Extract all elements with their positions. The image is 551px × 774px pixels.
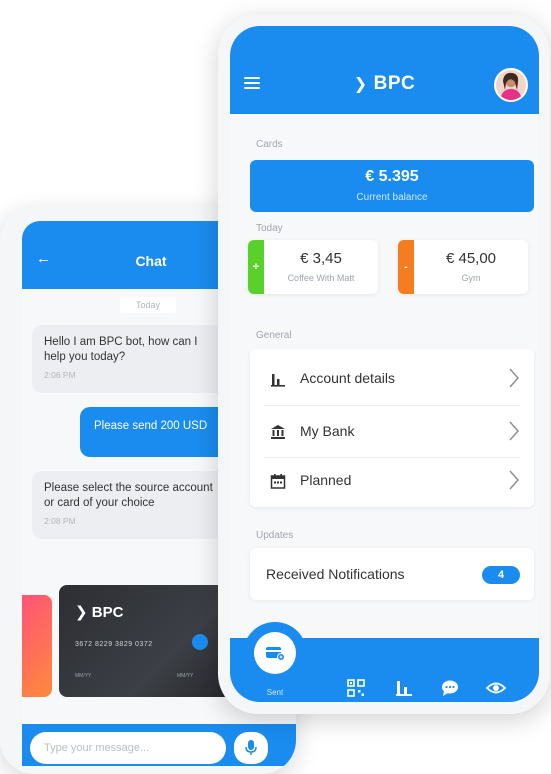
chevron-right-icon bbox=[509, 421, 520, 441]
expense-indicator: - bbox=[398, 240, 414, 294]
bar-chart-icon bbox=[271, 374, 285, 387]
card-send-icon bbox=[266, 647, 285, 661]
general-list: Account details My Bank Planned bbox=[250, 349, 534, 507]
message-input[interactable] bbox=[30, 732, 226, 764]
microphone-button[interactable] bbox=[234, 732, 268, 764]
chat-bubble-icon[interactable] bbox=[440, 678, 460, 698]
chevron-right-icon bbox=[509, 368, 520, 388]
income-indicator: + bbox=[248, 240, 264, 294]
card-chip-icon bbox=[192, 634, 208, 650]
chat-input-bar bbox=[22, 724, 296, 766]
day-separator: Today bbox=[120, 297, 176, 313]
list-item-planned[interactable]: Planned bbox=[250, 455, 534, 507]
message-text: Please select the source account or card… bbox=[44, 482, 213, 509]
section-label-today: Today bbox=[256, 223, 283, 234]
section-label-general: General bbox=[256, 330, 292, 341]
transaction-desc: Coffee With Matt bbox=[287, 273, 355, 283]
message-time: 2:06 PM bbox=[44, 370, 76, 380]
card-expiry: MM/YY bbox=[177, 673, 194, 679]
bank-icon bbox=[271, 425, 285, 439]
card-brand: ❯ BPC bbox=[75, 604, 124, 621]
bar-chart-icon[interactable] bbox=[394, 678, 414, 698]
payment-card-pink[interactable] bbox=[22, 595, 52, 697]
message-text: Hello I am BPC bot, how can I help you t… bbox=[44, 336, 198, 363]
list-item-label: My Bank bbox=[300, 423, 355, 439]
card-expiry: MM/YY bbox=[75, 673, 92, 679]
transaction-card-income[interactable]: + € 3,45 Coffee With Matt bbox=[248, 240, 378, 294]
list-item-my-bank[interactable]: My Bank bbox=[250, 406, 534, 458]
microphone-icon bbox=[245, 740, 257, 755]
balance-caption: Current balance bbox=[356, 192, 428, 203]
send-money-button[interactable] bbox=[254, 632, 296, 674]
list-item-label: Planned bbox=[300, 472, 352, 488]
eye-icon[interactable] bbox=[486, 678, 506, 698]
section-label-updates: Updates bbox=[256, 530, 294, 541]
list-item-label: Account details bbox=[300, 370, 395, 386]
message-text: Please send 200 USD bbox=[94, 420, 208, 432]
balance-card[interactable]: € 5.395 Current balance bbox=[250, 160, 534, 212]
message-time: 2:08 PM bbox=[44, 516, 76, 526]
list-item-account-details[interactable]: Account details bbox=[250, 353, 534, 405]
main-screen: ❯ BPC Cards € 5.395 Current balance Today… bbox=[230, 26, 539, 702]
avatar[interactable] bbox=[494, 68, 528, 102]
user-avatar-icon bbox=[496, 70, 526, 100]
main-phone: ❯ BPC Cards € 5.395 Current balance Today… bbox=[218, 14, 550, 714]
nav-label-sent: Sent bbox=[266, 688, 284, 697]
transaction-amount: € 3,45 bbox=[300, 250, 342, 267]
balance-amount: € 5.395 bbox=[365, 168, 419, 185]
app-header: ❯ BPC bbox=[230, 26, 539, 114]
notification-count-badge: 4 bbox=[482, 566, 520, 584]
qr-code-icon[interactable] bbox=[346, 678, 366, 698]
bot-message: Please select the source account or card… bbox=[32, 471, 232, 539]
fab-container bbox=[243, 622, 307, 686]
notifications-label: Received Notifications bbox=[266, 566, 405, 582]
section-label-cards: Cards bbox=[256, 139, 283, 150]
bot-message: Hello I am BPC bot, how can I help you t… bbox=[32, 325, 232, 393]
transaction-amount: € 45,00 bbox=[445, 250, 497, 267]
notifications-row[interactable]: Received Notifications 4 bbox=[250, 548, 534, 600]
app-logo: ❯ BPC bbox=[353, 73, 416, 94]
chevron-right-icon bbox=[509, 470, 520, 490]
transaction-desc: Gym bbox=[461, 273, 481, 283]
transaction-card-expense[interactable]: - € 45,00 Gym bbox=[398, 240, 528, 294]
calendar-icon bbox=[270, 474, 286, 489]
card-number: 3672 8229 3829 0372 bbox=[75, 641, 153, 648]
